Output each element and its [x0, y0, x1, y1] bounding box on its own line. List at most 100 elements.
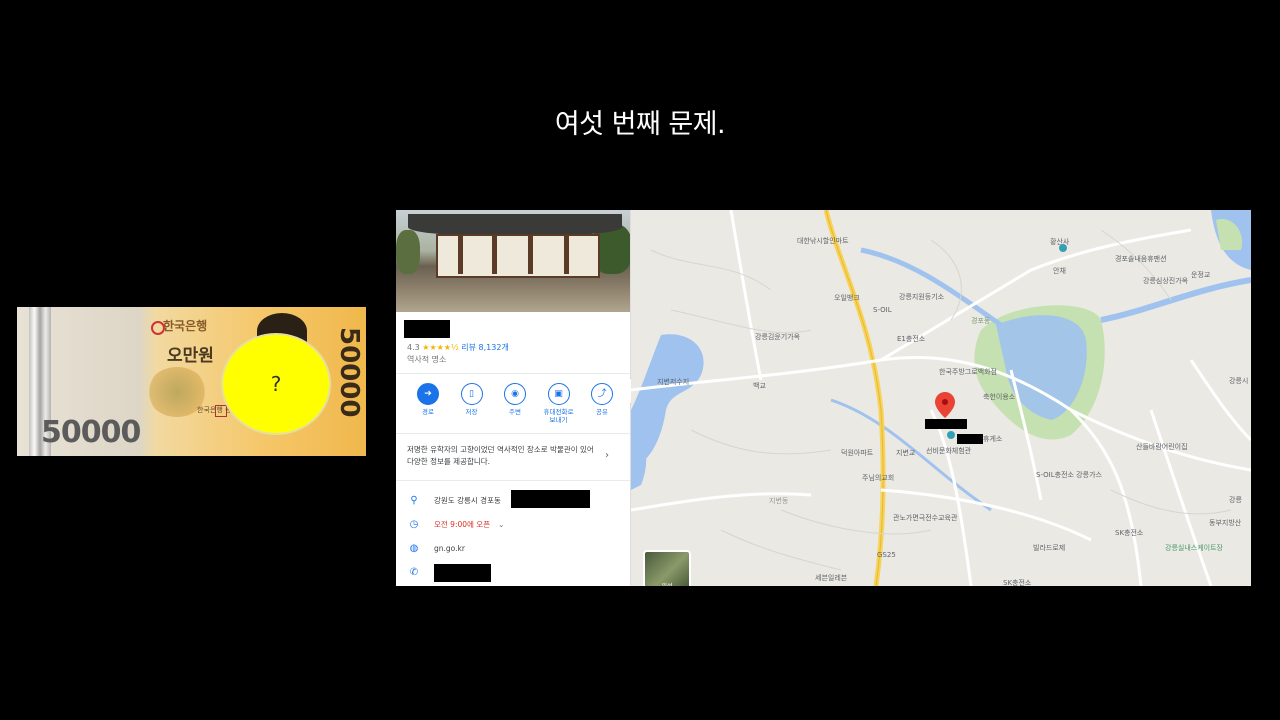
rating-value: 4.3: [407, 343, 420, 352]
map-label[interactable]: 백교: [753, 381, 766, 391]
map-label[interactable]: 동부지방산: [1209, 518, 1241, 528]
tree-left: [396, 230, 420, 274]
map-label[interactable]: 강릉실내스케이트장: [1165, 543, 1223, 553]
slide-title: 여섯 번째 문제.: [554, 109, 726, 140]
place-photo[interactable]: [396, 210, 630, 312]
map-canvas[interactable]: 대한낚시할인마트 황산사 안채 경포솔내음휴팬션 강릉심상진가옥 운정교 오일뱅…: [631, 210, 1251, 586]
map-label[interactable]: 휴게소: [983, 434, 1002, 444]
save-button[interactable]: ▯ 저장: [454, 383, 490, 424]
pillar: [458, 234, 463, 274]
map-label[interactable]: 대한낚시할인마트: [797, 236, 849, 246]
portrait-cover: ?: [221, 333, 331, 435]
bank-name: 한국은행: [163, 319, 208, 333]
map-label[interactable]: 강릉시: [1229, 376, 1248, 386]
place-description[interactable]: 저명한 유학자의 고향이었던 역사적인 장소로 박물관이 있어 다양한 정보를 …: [407, 444, 597, 468]
question-mark: ?: [270, 372, 282, 396]
highway-edge: [825, 210, 884, 586]
map-label[interactable]: 황산사: [1050, 237, 1069, 247]
redacted-address: [511, 490, 590, 508]
map-label[interactable]: E1충전소: [897, 334, 925, 344]
share-button[interactable]: ⤴ 공유: [584, 383, 620, 424]
map-label[interactable]: 안채: [1053, 266, 1066, 276]
redacted-label: [957, 434, 983, 444]
redacted-place-name: [404, 320, 450, 338]
redacted-phone: [434, 564, 491, 582]
divider: [396, 373, 630, 374]
star-rating-icon: ★★★★½: [422, 343, 459, 352]
share-label: 공유: [596, 408, 608, 416]
divider: [396, 433, 630, 434]
save-label: 저장: [465, 408, 478, 416]
map-label[interactable]: 강릉: [1229, 495, 1242, 505]
map-label[interactable]: 덕원아파트: [841, 448, 873, 458]
hanok-roof: [408, 214, 622, 236]
map-label[interactable]: 오일뱅크: [834, 293, 860, 303]
map-label[interactable]: 축헌이용소: [983, 392, 1015, 402]
website-text: gn.go.kr: [434, 543, 465, 553]
map-label: 지변동: [769, 497, 789, 505]
redacted-pin-label: [925, 419, 967, 429]
rating-row: 4.3 ★★★★½ 리뷰 8,132개: [407, 342, 509, 353]
governor-seal-icon: [215, 405, 227, 417]
directions-button[interactable]: ➔ 경로: [410, 383, 446, 424]
map-label[interactable]: 강릉지원등기소: [899, 292, 944, 302]
map-label: 경포동: [971, 317, 991, 325]
address-text: 강원도 강릉시 경포동: [434, 495, 501, 505]
send-to-phone-icon: ▣: [547, 383, 570, 405]
denomination-number-vertical: 50000: [334, 327, 364, 418]
map-label[interactable]: 한국주방그로백화점: [939, 367, 997, 377]
map-label[interactable]: 관노가면극전수교육관: [893, 513, 957, 523]
chevron-right-icon[interactable]: ›: [605, 450, 609, 461]
bookmark-icon: ▯: [460, 383, 483, 405]
phone-icon: ✆: [409, 566, 419, 578]
nearby-button[interactable]: ◉ 주변: [497, 383, 533, 424]
send-to-phone-button[interactable]: ▣ 휴대전화로 보내기: [541, 383, 577, 424]
hours-row[interactable]: ◷ 오전 9:00에 오픈 ⌄: [408, 518, 505, 530]
map-label[interactable]: SK충전소: [1115, 528, 1143, 538]
website-row[interactable]: ◍ gn.go.kr: [408, 542, 465, 554]
map-label[interactable]: 빌라드로제: [1033, 543, 1065, 553]
map-label[interactable]: S-OIL: [873, 306, 892, 314]
map-graphics: [631, 210, 1251, 586]
denomination-text: 오만원: [167, 346, 214, 366]
hours-status: 오전 9:00에 오픈: [434, 519, 491, 529]
pillar: [528, 234, 533, 274]
directions-label: 경로: [422, 408, 434, 416]
pillar: [564, 234, 569, 274]
map-label[interactable]: 강릉심상진가옥: [1143, 276, 1188, 286]
share-icon: ⤴: [591, 383, 613, 405]
map-label[interactable]: 지변저수지: [657, 377, 689, 387]
map-label[interactable]: 운정교: [1191, 270, 1210, 280]
map-label[interactable]: SK충전소: [1003, 578, 1031, 586]
map-label[interactable]: GS25: [877, 551, 896, 559]
map-label[interactable]: 지변교: [896, 448, 915, 458]
nearby-label: 주변: [509, 408, 521, 416]
clock-icon: ◷: [409, 518, 419, 530]
river-east: [1100, 277, 1251, 323]
place-panel: 4.3 ★★★★½ 리뷰 8,132개 역사적 명소 ➔ 경로 ▯ 저장 ◉ 주…: [396, 210, 631, 586]
denomination-number: 50000: [41, 415, 141, 450]
nearby-icon: ◉: [504, 383, 526, 405]
location-pin-icon: [935, 392, 955, 418]
tourist-spot-icon: [947, 431, 955, 439]
map-label[interactable]: 세븐일레븐: [815, 573, 847, 583]
phone-row[interactable]: ✆: [408, 566, 434, 578]
map-label[interactable]: 선비문화체험관: [926, 446, 971, 456]
map-label[interactable]: S-OIL충전소 강릉가스: [1036, 470, 1102, 480]
map-label[interactable]: 경포솔내음휴팬션: [1115, 254, 1167, 264]
place-category: 역사적 명소: [407, 355, 447, 364]
maps-screenshot: 4.3 ★★★★½ 리뷰 8,132개 역사적 명소 ➔ 경로 ▯ 저장 ◉ 주…: [396, 210, 1251, 586]
address-row[interactable]: ⚲ 강원도 강릉시 경포동: [408, 494, 501, 506]
highway: [823, 210, 886, 586]
globe-icon: ◍: [409, 542, 419, 554]
satellite-label: 위성: [645, 581, 689, 586]
divider: [396, 480, 630, 481]
reviews-link[interactable]: 리뷰 8,132개: [461, 343, 509, 352]
map-label[interactable]: 산들바람어린이집: [1136, 442, 1188, 452]
satellite-toggle[interactable]: 위성: [643, 550, 691, 586]
map-label[interactable]: 주님의교회: [862, 473, 894, 483]
location-pin-icon: ⚲: [410, 494, 418, 506]
map-label[interactable]: 강릉김윤기가옥: [755, 332, 800, 342]
chevron-down-icon[interactable]: ⌄: [498, 520, 504, 529]
pillar: [492, 234, 497, 274]
